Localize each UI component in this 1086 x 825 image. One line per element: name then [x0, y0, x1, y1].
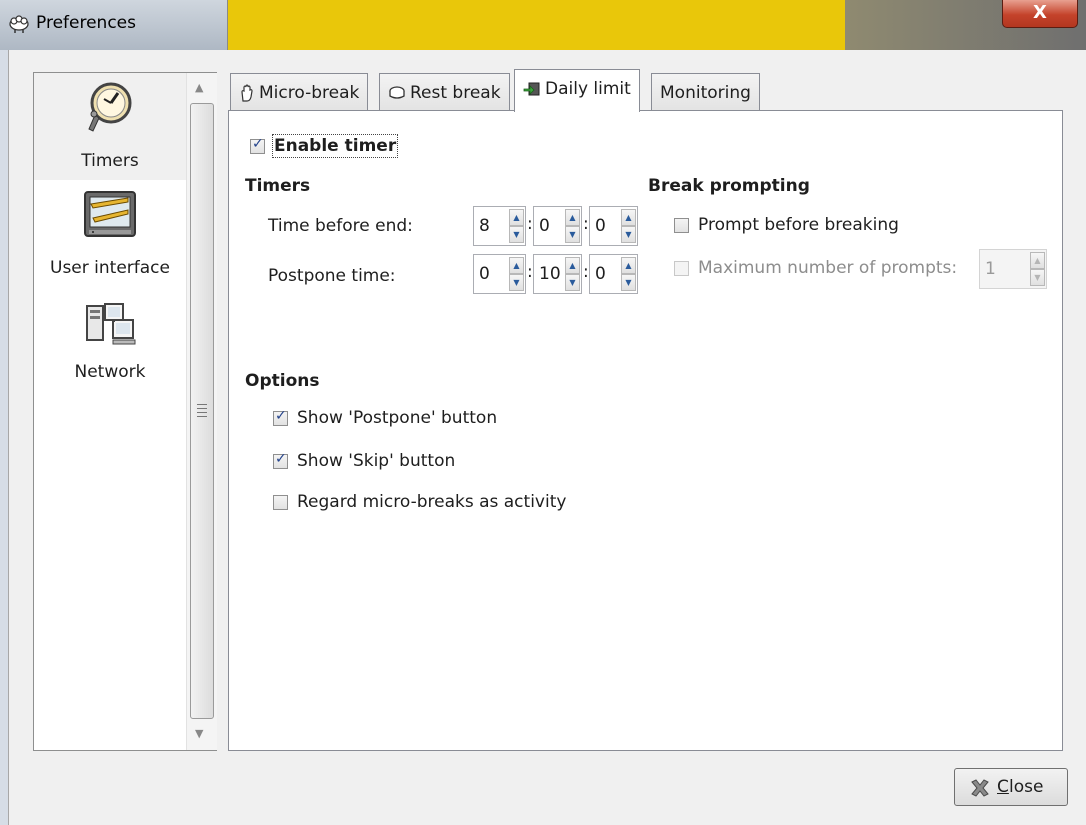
time-before-end-seconds-spinner[interactable]: 0 ▲ ▼ [589, 206, 638, 246]
time-before-end-hours-spinner[interactable]: 8 ▲ ▼ [473, 206, 526, 246]
tab-label: Daily limit [545, 79, 631, 99]
prompt-before-breaking-checkbox[interactable] [674, 218, 689, 233]
enable-timer-checkbox[interactable] [250, 136, 265, 154]
break-prompting-heading: Break prompting [648, 176, 810, 196]
tab-label: Monitoring [660, 83, 751, 103]
show-skip-label[interactable]: Show 'Skip' button [297, 451, 455, 471]
close-button[interactable]: C lose [954, 768, 1068, 806]
scrollbar-thumb[interactable] [190, 103, 214, 719]
timers-heading: Timers [245, 176, 311, 196]
enable-timer-label[interactable]: Enable timer [271, 134, 399, 158]
spin-arrows-icon[interactable]: ▲ ▼ [621, 209, 636, 243]
bed-icon [389, 86, 405, 99]
postpone-minutes-spinner[interactable]: 10 ▲ ▼ [533, 254, 582, 294]
spin-arrows-icon[interactable]: ▲ ▼ [1030, 252, 1045, 286]
tab-rest-break[interactable]: Rest break [379, 73, 510, 111]
show-postpone-checkbox[interactable] [273, 408, 288, 426]
sidebar-item-label: Network [74, 362, 146, 382]
close-icon [971, 779, 989, 797]
timers-icon [88, 82, 132, 132]
tab-daily-limit[interactable]: Daily limit [514, 69, 640, 112]
tab-micro-break[interactable]: Micro-break [230, 73, 369, 111]
scroll-up-arrow-icon[interactable]: ▲ [195, 81, 203, 94]
scroll-down-arrow-icon[interactable]: ▼ [195, 727, 203, 740]
time-before-end-minutes-spinner[interactable]: 0 ▲ ▼ [533, 206, 582, 246]
spin-arrows-icon[interactable]: ▲ ▼ [621, 257, 636, 291]
tab-label: Micro-break [259, 83, 360, 103]
postpone-hours-spinner[interactable]: 0 ▲ ▼ [473, 254, 526, 294]
sidebar-item-user-interface[interactable]: User interface [34, 180, 186, 290]
title-area: Preferences [0, 0, 228, 50]
regard-micro-breaks-checkbox[interactable] [273, 495, 288, 510]
tab-label: Rest break [410, 83, 501, 103]
close-button-label-rest: lose [1009, 777, 1044, 797]
sidebar-item-label: User interface [50, 258, 170, 278]
close-button-label: C [997, 777, 1009, 797]
postpone-time-label: Postpone time: [268, 266, 396, 286]
sidebar-item-timers[interactable]: Timers [34, 73, 186, 180]
user-interface-icon [84, 191, 136, 237]
hand-icon [241, 84, 253, 102]
title-bar[interactable]: Preferences X [0, 0, 1086, 50]
spin-arrows-icon[interactable]: ▲ ▼ [565, 257, 580, 291]
show-skip-checkbox[interactable] [273, 451, 288, 469]
postpone-seconds-spinner[interactable]: 0 ▲ ▼ [589, 254, 638, 294]
sidebar-scrollbar[interactable]: ▲ ▼ [186, 73, 217, 750]
grip-icon [197, 404, 207, 417]
max-prompts-checkbox[interactable] [674, 261, 689, 276]
window-title: Preferences [36, 13, 136, 33]
sidebar: Timers User interface Network ▲ ▼ [33, 72, 217, 751]
spin-arrows-icon[interactable]: ▲ ▼ [565, 209, 580, 243]
window-close-button[interactable]: X [1002, 0, 1078, 28]
network-icon [86, 303, 136, 345]
spin-arrows-icon[interactable]: ▲ ▼ [509, 209, 524, 243]
spin-arrows-icon[interactable]: ▲ ▼ [509, 257, 524, 291]
max-prompts-label: Maximum number of prompts: [698, 258, 958, 278]
sheep-icon [9, 15, 29, 33]
time-before-end-label: Time before end: [268, 216, 413, 236]
regard-micro-breaks-label[interactable]: Regard micro-breaks as activity [297, 492, 566, 512]
tab-monitoring[interactable]: Monitoring [651, 73, 760, 111]
show-postpone-label[interactable]: Show 'Postpone' button [297, 408, 497, 428]
tab-panel-daily-limit [228, 110, 1063, 751]
max-prompts-spinner[interactable]: 1 ▲ ▼ [979, 249, 1047, 289]
daily-limit-icon [523, 82, 540, 96]
prompt-before-breaking-label[interactable]: Prompt before breaking [698, 215, 899, 235]
sidebar-item-label: Timers [81, 151, 139, 171]
sidebar-item-network[interactable]: Network [34, 290, 186, 400]
options-heading: Options [245, 371, 320, 391]
